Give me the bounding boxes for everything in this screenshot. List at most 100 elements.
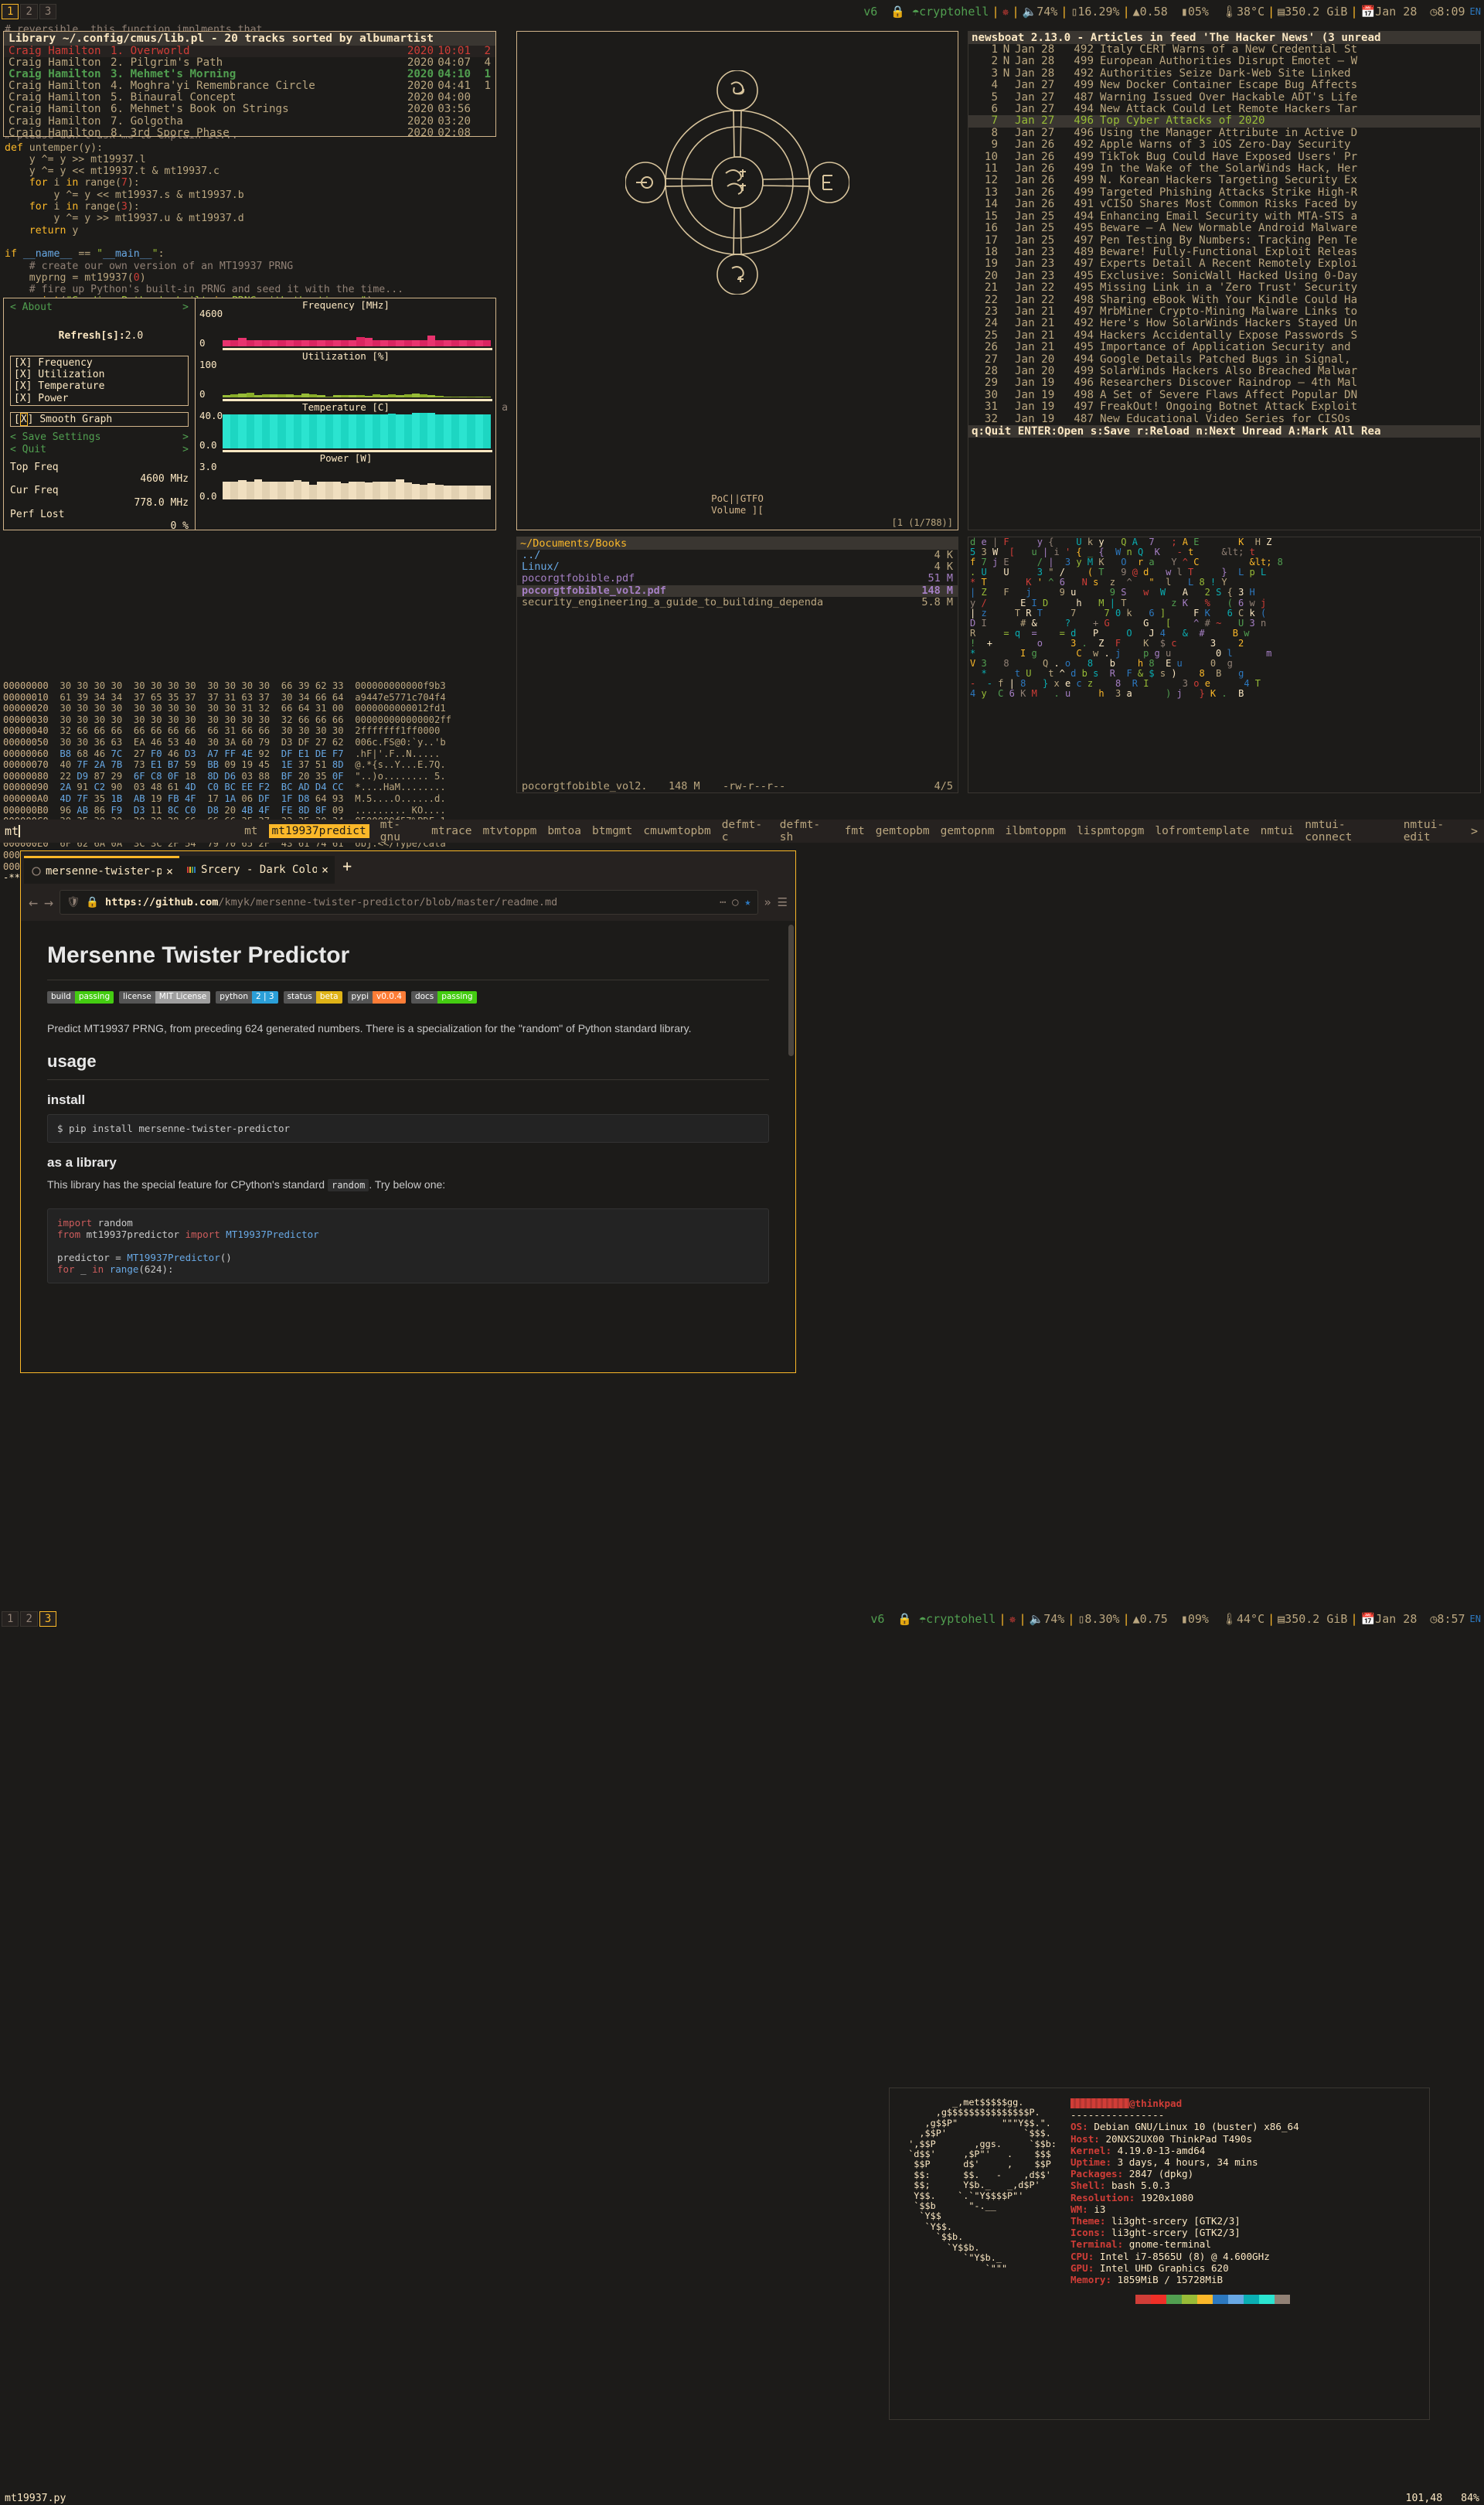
page-actions-icon[interactable]: ⋯ xyxy=(720,896,726,908)
neofetch-window[interactable]: _,met$$$$$gg. ,g$$$$$$$$$$$$$$$P. ,g$$P"… xyxy=(889,2088,1430,2420)
list-item[interactable]: 30Jan 19498A Set of Severe Flaws Affect … xyxy=(968,390,1480,401)
list-item[interactable]: 31Jan 19497FreakOut! Ongoing Botnet Atta… xyxy=(968,401,1480,413)
workspace-button-3[interactable]: 3 xyxy=(39,4,56,19)
completion-item[interactable]: btmgmt xyxy=(592,825,632,837)
completion-item[interactable]: defmt-c xyxy=(722,819,769,844)
quit-button[interactable]: < Quit > xyxy=(10,444,189,456)
workspace-button-3[interactable]: 3 xyxy=(39,1611,56,1627)
workspace-button-1[interactable]: 1 xyxy=(2,1611,19,1627)
browser-tab-strip[interactable]: mersenne-twister-pre×Srcery - Dark Color… xyxy=(21,851,795,884)
browser-navigation-bar[interactable]: ← → 🛡 🔒 https://github.com/kmyk/mersenne… xyxy=(21,884,795,921)
workspace-button-1[interactable]: 1 xyxy=(2,4,19,19)
completion-item[interactable]: defmt-sh xyxy=(780,819,834,844)
completion-item[interactable]: nmtui xyxy=(1261,825,1295,837)
completion-item[interactable]: lofromtemplate xyxy=(1155,825,1249,837)
pdf-viewer-window[interactable]: PoC||GTFO Volume ][ [1 (1/788)] xyxy=(516,31,958,530)
forward-arrow-icon[interactable]: → xyxy=(44,893,53,912)
checkbox-frequency[interactable]: [X] Frequency xyxy=(14,357,185,369)
workspace-list-bottom[interactable]: 123 xyxy=(2,1611,58,1627)
completion-item[interactable]: cmuwmtopbm xyxy=(643,825,710,837)
about-button[interactable]: < About > xyxy=(10,302,189,314)
list-item[interactable]: 16Jan 25495Beware — A New Wormable Andro… xyxy=(968,223,1480,234)
table-row[interactable]: Craig Hamilton2. Pilgrim's Path202004:07… xyxy=(4,57,495,69)
list-item[interactable]: 29Jan 19496Researchers Discover Raindrop… xyxy=(968,377,1480,389)
list-item[interactable]: pocorgtfobible_vol2.pdf148 M xyxy=(517,585,958,597)
list-item[interactable]: 17Jan 25497Pen Testing By Numbers: Track… xyxy=(968,235,1480,247)
hex-row[interactable]: 000000A0 4D 7F 35 1B AB 19 FB 4F 17 1A 0… xyxy=(0,793,620,805)
table-row[interactable]: Craig Hamilton8. 3rd Spore Phase202002:0… xyxy=(4,128,495,137)
cmus-track-list[interactable]: Craig Hamilton1. Overworld202010:012Crai… xyxy=(4,46,495,137)
refresh-value[interactable]: 2.0 xyxy=(125,330,143,342)
completion-item[interactable]: gemtopnm xyxy=(941,825,995,837)
list-item[interactable]: 28Jan 20499SolarWinds Hackers Also Breac… xyxy=(968,366,1480,377)
list-item[interactable]: security_engineering_a_guide_to_building… xyxy=(517,597,958,608)
list-item[interactable]: 27Jan 20494Google Details Patched Bugs i… xyxy=(968,354,1480,366)
firefox-window[interactable]: mersenne-twister-pre×Srcery - Dark Color… xyxy=(20,850,796,1373)
list-item[interactable]: 25Jan 21494Hackers Accidentally Expose P… xyxy=(968,330,1480,342)
completion-item[interactable]: mtrace xyxy=(431,825,471,837)
list-item[interactable]: 7Jan 27496Top Cyber Attacks of 2020 xyxy=(968,115,1480,127)
command-input[interactable]: mt xyxy=(0,824,20,838)
overflow-chevron-icon[interactable]: » xyxy=(764,895,771,909)
browser-tab[interactable]: mersenne-twister-pre× xyxy=(24,856,179,884)
list-item[interactable]: 10Jan 26499TikTok Bug Could Have Exposed… xyxy=(968,152,1480,163)
url-bar[interactable]: 🛡 🔒 https://github.com/kmyk/mersenne-twi… xyxy=(60,890,757,915)
completion-item[interactable]: lispmtopgm xyxy=(1077,825,1144,837)
checkbox-utilization[interactable]: [X] Utilization xyxy=(14,369,185,380)
browser-tab[interactable]: Srcery - Dark Color S× xyxy=(179,856,335,884)
list-item[interactable]: 8Jan 27496Using the Manager Attribute in… xyxy=(968,128,1480,139)
list-item[interactable]: 32Jan 19487New Educational Video Series … xyxy=(968,414,1480,425)
newsboat-window[interactable]: newsboat 2.13.0 - Articles in feed 'The … xyxy=(968,31,1481,530)
list-item[interactable]: 11Jan 26499In the Wake of the SolarWinds… xyxy=(968,163,1480,175)
bookmark-star-icon[interactable]: ★ xyxy=(744,896,751,908)
list-item[interactable]: 21Jan 22495Missing Link in a 'Zero Trust… xyxy=(968,282,1480,294)
cpu-monitor-window[interactable]: < About > Refresh[s]:2.0 [X] Frequency[X… xyxy=(3,298,496,530)
list-item[interactable]: 26Jan 21495Importance of Application Sec… xyxy=(968,342,1480,353)
list-item[interactable]: 5Jan 27487Warning Issued Over Hackable A… xyxy=(968,92,1480,104)
completion-item[interactable]: nmtui-connect xyxy=(1305,819,1392,844)
list-item[interactable]: 22Jan 22498Sharing eBook With Your Kindl… xyxy=(968,295,1480,306)
list-item[interactable]: 23Jan 21497MrbMiner Crypto-Mining Malwar… xyxy=(968,306,1480,318)
list-item[interactable]: 3NJan 28492Authorities Seize Dark-Web Si… xyxy=(968,68,1480,80)
list-item[interactable]: ../4 K xyxy=(517,550,958,561)
hex-row[interactable]: 000000B0 96 AB 86 F9 D3 11 8C C0 D8 20 4… xyxy=(0,805,620,816)
list-item[interactable]: 15Jan 25494Enhancing Email Security with… xyxy=(968,211,1480,223)
table-row[interactable]: Craig Hamilton5. Binaural Concept202004:… xyxy=(4,92,495,104)
keyboard-layout[interactable]: EN xyxy=(1465,6,1481,17)
list-item[interactable]: pocorgtfobible.pdf51 M xyxy=(517,573,958,584)
ranger-file-list[interactable]: ../4 KLinux/4 Kpocorgtfobible.pdf51 Mpoc… xyxy=(517,550,958,608)
completion-item[interactable]: mt-gnu xyxy=(380,819,420,844)
hamburger-menu-icon[interactable]: ☰ xyxy=(778,895,788,909)
page-scrollbar[interactable] xyxy=(788,925,794,1056)
list-item[interactable]: 9Jan 26492Apple Warns of 3 iOS Zero-Day … xyxy=(968,139,1480,151)
table-row[interactable]: Craig Hamilton1. Overworld202010:012 xyxy=(4,46,495,57)
completion-item[interactable]: mt19937predict xyxy=(269,824,369,838)
workspace-button-2[interactable]: 2 xyxy=(20,4,37,19)
list-item[interactable]: Linux/4 K xyxy=(517,561,958,573)
table-row[interactable]: Craig Hamilton7. Golgotha202003:20 xyxy=(4,116,495,128)
list-item[interactable]: 2NJan 28499European Authorities Disrupt … xyxy=(968,56,1480,67)
smooth-graph-toggle[interactable]: [X] Smooth Graph xyxy=(10,412,189,427)
completion-item[interactable]: nmtui-edit xyxy=(1404,819,1471,844)
workspace-list[interactable]: 123 xyxy=(2,4,58,19)
checkbox-power[interactable]: [X] Power xyxy=(14,393,185,404)
list-item[interactable]: 12Jan 26499N. Korean Hackers Targeting S… xyxy=(968,175,1480,186)
workspace-button-2[interactable]: 2 xyxy=(20,1611,37,1627)
close-icon[interactable]: × xyxy=(322,863,328,877)
cmus-window[interactable]: Library ~/.config/cmus/lib.pl - 20 track… xyxy=(3,31,496,137)
list-item[interactable]: 1NJan 28492Italy CERT Warns of a New Cre… xyxy=(968,44,1480,56)
cmatrix-window[interactable]: d e | F y { U k y Q A 7 ; A E K H Z5 3 W… xyxy=(968,537,1481,793)
completion-item[interactable]: gemtopbm xyxy=(876,825,930,837)
checkbox-temperature[interactable]: [X] Temperature xyxy=(14,380,185,392)
completion-list[interactable]: mtmt19937predictmt-gnumtracemtvtoppmbmto… xyxy=(244,819,1471,844)
browser-toolbar-icons[interactable]: » ☰ xyxy=(764,895,788,909)
cpu-monitor-controls[interactable]: < About > Refresh[s]:2.0 [X] Frequency[X… xyxy=(4,298,196,530)
completion-item[interactable]: ilbmtoppm xyxy=(1005,825,1066,837)
completion-item[interactable]: mtvtoppm xyxy=(483,825,537,837)
list-item[interactable]: 19Jan 23497Experts Detail A Recent Remot… xyxy=(968,258,1480,270)
list-item[interactable]: 4Jan 27499New Docker Container Escape Bu… xyxy=(968,80,1480,91)
back-arrow-icon[interactable]: ← xyxy=(29,893,38,912)
reader-mode-icon[interactable]: ◯ xyxy=(732,896,738,908)
keyboard-layout-bottom[interactable]: EN xyxy=(1465,1614,1481,1624)
list-item[interactable]: 14Jan 26491vCISO Shares Most Common Risk… xyxy=(968,199,1480,210)
